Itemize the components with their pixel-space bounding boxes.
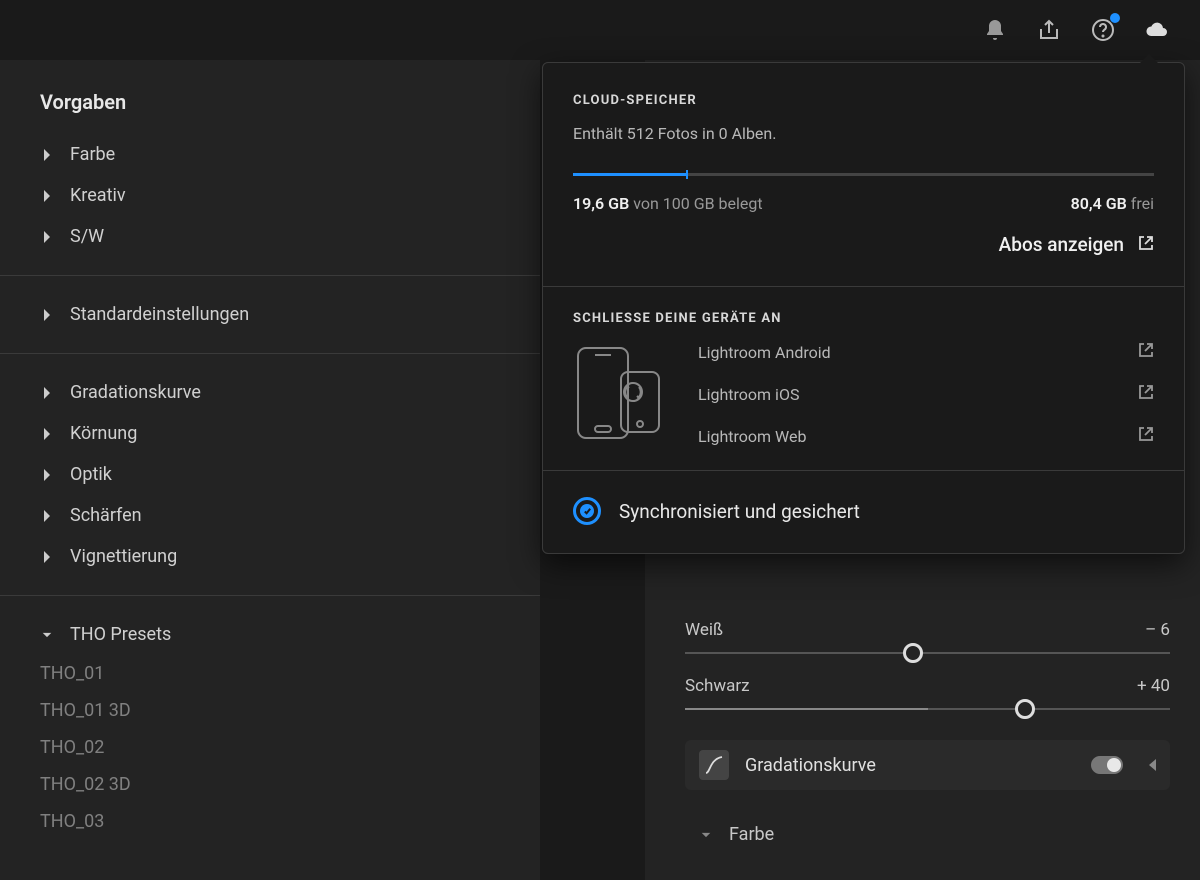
device-link-label: Lightroom iOS (698, 385, 799, 404)
free-amount: 80,4 GB (1071, 194, 1127, 213)
preset-item[interactable]: THO_01 3D (0, 692, 540, 729)
tonecurve-icon (699, 750, 729, 780)
collapse-left-icon[interactable] (1149, 759, 1156, 771)
white-slider[interactable] (685, 652, 1170, 654)
color-section-header[interactable]: Farbe (685, 812, 1170, 857)
tonecurve-toggle[interactable] (1091, 756, 1123, 774)
section-label: Farbe (729, 824, 774, 845)
sidebar-item-label: Körnung (70, 423, 137, 444)
slider-thumb[interactable] (1015, 699, 1035, 719)
slider-label: Weiß (685, 620, 723, 640)
share-icon[interactable] (1036, 17, 1062, 43)
preset-item[interactable]: THO_02 (0, 729, 540, 766)
sidebar-item-gradation[interactable]: Gradationskurve (0, 372, 540, 413)
slider-value: – 6 (1145, 620, 1170, 640)
external-link-icon (1138, 233, 1154, 256)
top-toolbar (982, 0, 1200, 60)
sidebar-item-label: Gradationskurve (70, 382, 201, 403)
storage-description: Enthält 512 Fotos in 0 Alben. (573, 124, 1154, 143)
preset-item[interactable]: THO_02 3D (0, 766, 540, 803)
sidebar-item-label: Farbe (70, 144, 115, 165)
storage-usage-line: 19,6 GB von 100 GB belegt 80,4 GB frei (573, 194, 1154, 213)
devices-illustration-icon (573, 342, 668, 446)
divider (0, 353, 540, 354)
external-link-icon (1138, 384, 1154, 404)
cloud-storage-popover: CLOUD-SPEICHER Enthält 512 Fotos in 0 Al… (542, 62, 1185, 554)
preset-item[interactable]: THO_03 (0, 803, 540, 840)
sidebar-item-farbe[interactable]: Farbe (0, 134, 540, 175)
device-link-ios[interactable]: Lightroom iOS (698, 384, 1154, 404)
chevron-right-icon (40, 308, 54, 322)
slider-fill (685, 708, 928, 710)
device-link-web[interactable]: Lightroom Web (698, 426, 1154, 446)
device-link-android[interactable]: Lightroom Android (698, 342, 1154, 362)
chevron-right-icon (40, 148, 54, 162)
chevron-right-icon (40, 427, 54, 441)
external-link-icon (1138, 426, 1154, 446)
tonecurve-section-header[interactable]: Gradationskurve (685, 740, 1170, 790)
sidebar-item-optics[interactable]: Optik (0, 454, 540, 495)
sidebar-item-sharpen[interactable]: Schärfen (0, 495, 540, 536)
storage-progress-bar (573, 173, 1154, 176)
link-label: Abos anzeigen (999, 233, 1124, 256)
device-link-label: Lightroom Android (698, 343, 831, 362)
external-link-icon (1138, 342, 1154, 362)
sidebar-title: Vorgaben (0, 90, 540, 134)
sidebar-item-label: Vignettierung (70, 546, 177, 567)
chevron-right-icon (40, 509, 54, 523)
notifications-icon[interactable] (982, 17, 1008, 43)
sidebar-item-tho-presets[interactable]: THO Presets (0, 614, 540, 655)
slider-thumb[interactable] (903, 643, 923, 663)
chevron-right-icon (40, 230, 54, 244)
sidebar-item-label: S/W (70, 226, 104, 247)
sidebar-item-label: Kreativ (70, 185, 126, 206)
chevron-down-icon (40, 628, 54, 642)
storage-progress-fill (573, 173, 687, 176)
sidebar-item-grain[interactable]: Körnung (0, 413, 540, 454)
sidebar-item-label: Schärfen (70, 505, 142, 526)
chevron-right-icon (40, 550, 54, 564)
sidebar-item-label: Optik (70, 464, 112, 485)
popover-title: CLOUD-SPEICHER (573, 93, 1154, 108)
divider (0, 275, 540, 276)
white-slider-row: Weiß – 6 (685, 620, 1170, 654)
preset-item[interactable]: THO_01 (0, 655, 540, 692)
devices-title: SCHLIESSE DEINE GERÄTE AN (573, 311, 1154, 326)
chevron-down-icon (699, 828, 713, 842)
divider (0, 595, 540, 596)
sidebar-item-kreativ[interactable]: Kreativ (0, 175, 540, 216)
chevron-right-icon (40, 386, 54, 400)
section-label: Gradationskurve (745, 755, 1075, 776)
black-slider[interactable] (685, 708, 1170, 710)
sidebar-item-label: THO Presets (70, 624, 171, 645)
black-slider-row: Schwarz + 40 (685, 676, 1170, 710)
notification-badge (1110, 13, 1120, 23)
used-amount: 19,6 GB (573, 194, 629, 213)
cloud-icon[interactable] (1144, 17, 1170, 43)
sync-status-row: Synchronisiert und gesichert (543, 471, 1184, 553)
slider-value: + 40 (1137, 676, 1170, 696)
help-icon[interactable] (1090, 17, 1116, 43)
slider-label: Schwarz (685, 676, 750, 696)
sidebar-item-sw[interactable]: S/W (0, 216, 540, 257)
device-link-label: Lightroom Web (698, 427, 806, 446)
sync-ok-icon (573, 497, 601, 525)
sidebar-item-label: Standardeinstellungen (70, 304, 249, 325)
sync-status-text: Synchronisiert und gesichert (619, 500, 860, 523)
sidebar-item-defaults[interactable]: Standardeinstellungen (0, 294, 540, 335)
sidebar-item-vignette[interactable]: Vignettierung (0, 536, 540, 577)
show-subscriptions-link[interactable]: Abos anzeigen (573, 233, 1154, 256)
presets-sidebar: Vorgaben Farbe Kreativ S/W Standardeinst… (0, 60, 540, 880)
chevron-right-icon (40, 189, 54, 203)
chevron-right-icon (40, 468, 54, 482)
